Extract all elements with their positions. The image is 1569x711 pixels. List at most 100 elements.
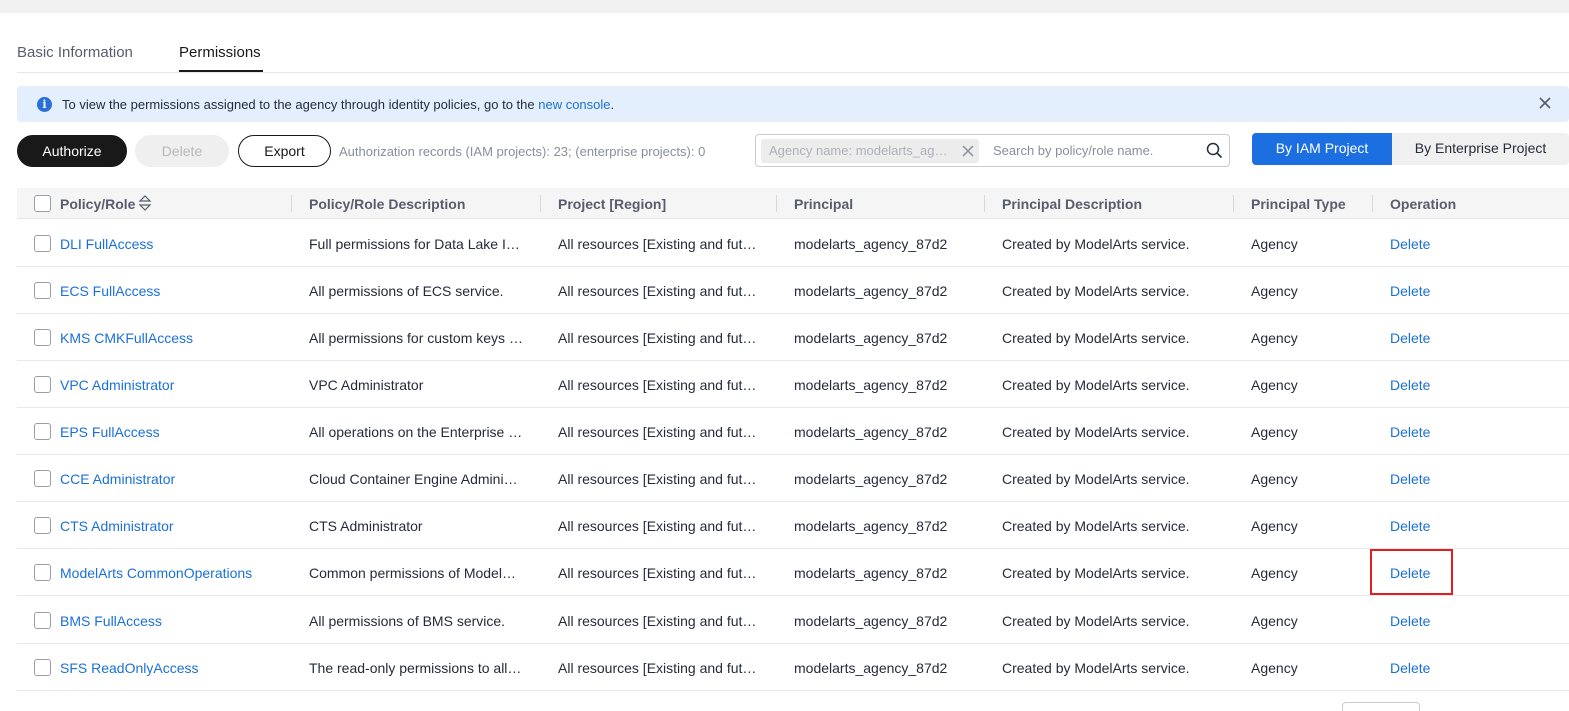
row-delete-link[interactable]: Delete <box>1390 283 1450 299</box>
principal-description: Created by ModelArts service. <box>1002 518 1190 534</box>
policy-name-link[interactable]: CTS Administrator <box>60 518 290 534</box>
table-row: ModelArts CommonOperations Common permis… <box>17 549 1569 596</box>
project-region: All resources [Existing and futur... <box>558 613 758 629</box>
project-region: All resources [Existing and futur... <box>558 236 758 252</box>
row-checkbox[interactable] <box>34 612 51 629</box>
column-divider <box>1372 195 1373 212</box>
principal: modelarts_agency_87d2 <box>794 565 948 581</box>
table-row: EPS FullAccess All operations on the Ent… <box>17 408 1569 455</box>
row-checkbox[interactable] <box>34 329 51 346</box>
new-console-link[interactable]: new console <box>538 97 610 112</box>
search-icon[interactable] <box>1206 142 1223 159</box>
policy-name-link[interactable]: ModelArts CommonOperations <box>60 565 290 581</box>
row-checkbox[interactable] <box>34 564 51 581</box>
row-delete-link[interactable]: Delete <box>1390 424 1450 440</box>
row-checkbox[interactable] <box>34 470 51 487</box>
project-region: All resources [Existing and futur... <box>558 565 758 581</box>
remove-filter-icon[interactable] <box>961 144 975 158</box>
principal: modelarts_agency_87d2 <box>794 471 948 487</box>
policy-description: Common permissions of ModelArt... <box>309 565 524 581</box>
principal: modelarts_agency_87d2 <box>794 283 948 299</box>
authorization-records-count: Authorization records (IAM projects): 23… <box>339 144 706 159</box>
page-size-select[interactable] <box>1342 702 1420 711</box>
policy-name-link[interactable]: CCE Administrator <box>60 471 290 487</box>
row-delete-link[interactable]: Delete <box>1390 565 1450 581</box>
policy-name-link[interactable]: SFS ReadOnlyAccess <box>60 660 290 676</box>
principal-description: Created by ModelArts service. <box>1002 565 1190 581</box>
table-row: DLI FullAccess Full permissions for Data… <box>17 220 1569 267</box>
row-delete-link[interactable]: Delete <box>1390 471 1450 487</box>
row-checkbox[interactable] <box>34 282 51 299</box>
column-header-policy-description: Policy/Role Description <box>309 196 466 212</box>
principal-type: Agency <box>1251 660 1298 676</box>
policy-description: Full permissions for Data Lake Ins... <box>309 236 524 252</box>
policy-name-link[interactable]: DLI FullAccess <box>60 236 290 252</box>
export-button[interactable]: Export <box>238 135 331 167</box>
column-divider <box>776 195 777 212</box>
policy-description: All permissions of BMS service. <box>309 613 506 629</box>
by-iam-project-toggle[interactable]: By IAM Project <box>1252 133 1392 165</box>
select-all-checkbox[interactable] <box>34 195 51 212</box>
principal-type: Agency <box>1251 518 1298 534</box>
notice-suffix: . <box>610 97 615 112</box>
notice-message: To view the permissions assigned to the … <box>62 97 539 112</box>
table-row: CTS Administrator CTS Administrator All … <box>17 502 1569 549</box>
policy-name-link[interactable]: BMS FullAccess <box>60 613 290 629</box>
by-enterprise-project-toggle[interactable]: By Enterprise Project <box>1392 133 1569 165</box>
table-header: Policy/Role Policy/Role Description Proj… <box>17 188 1569 219</box>
policy-description: All permissions for custom keys in... <box>309 330 524 346</box>
project-region: All resources [Existing and futur... <box>558 283 758 299</box>
table-row: VPC Administrator VPC Administrator All … <box>17 361 1569 408</box>
policy-name-link[interactable]: VPC Administrator <box>60 377 290 393</box>
principal-type: Agency <box>1251 471 1298 487</box>
filter-chip: Agency name: modelarts_agency_87d2 <box>761 139 979 163</box>
row-checkbox[interactable] <box>34 376 51 393</box>
table-row: KMS CMKFullAccess All permissions for cu… <box>17 314 1569 361</box>
project-region: All resources [Existing and futur... <box>558 518 758 534</box>
delete-button[interactable]: Delete <box>135 135 229 167</box>
tab-basic-information[interactable]: Basic Information <box>17 44 133 61</box>
row-delete-link[interactable]: Delete <box>1390 236 1450 252</box>
policy-description: The read-only permissions to all S... <box>309 660 524 676</box>
principal-description: Created by ModelArts service. <box>1002 613 1190 629</box>
sort-icon[interactable] <box>138 195 152 211</box>
principal-description: Created by ModelArts service. <box>1002 236 1190 252</box>
policy-name-link[interactable]: ECS FullAccess <box>60 283 290 299</box>
search-input[interactable]: Search by policy/role name. <box>993 143 1153 158</box>
authorize-button[interactable]: Authorize <box>17 135 127 167</box>
principal: modelarts_agency_87d2 <box>794 660 948 676</box>
principal: modelarts_agency_87d2 <box>794 377 948 393</box>
row-checkbox[interactable] <box>34 659 51 676</box>
column-divider <box>1233 195 1234 212</box>
column-header-project-region: Project [Region] <box>558 196 667 212</box>
project-region: All resources [Existing and futur... <box>558 471 758 487</box>
policy-name-link[interactable]: EPS FullAccess <box>60 424 290 440</box>
row-checkbox[interactable] <box>34 423 51 440</box>
project-region: All resources [Existing and futur... <box>558 424 758 440</box>
tab-permissions[interactable]: Permissions <box>179 44 261 61</box>
principal: modelarts_agency_87d2 <box>794 518 948 534</box>
top-band <box>0 0 1569 13</box>
info-icon: i <box>37 97 52 112</box>
row-checkbox[interactable] <box>34 517 51 534</box>
principal: modelarts_agency_87d2 <box>794 424 948 440</box>
row-delete-link[interactable]: Delete <box>1390 377 1450 393</box>
search-box[interactable]: Agency name: modelarts_agency_87d2 Searc… <box>755 134 1230 167</box>
principal-type: Agency <box>1251 236 1298 252</box>
row-delete-link[interactable]: Delete <box>1390 518 1450 534</box>
row-delete-link[interactable]: Delete <box>1390 660 1450 676</box>
info-notice-banner: i To view the permissions assigned to th… <box>17 86 1569 122</box>
row-checkbox[interactable] <box>34 235 51 252</box>
close-icon[interactable] <box>1536 94 1554 112</box>
principal-description: Created by ModelArts service. <box>1002 283 1190 299</box>
active-tab-indicator <box>179 70 263 72</box>
row-delete-link[interactable]: Delete <box>1390 613 1450 629</box>
policy-description: All operations on the Enterprise Pr... <box>309 424 524 440</box>
project-region: All resources [Existing and futur... <box>558 330 758 346</box>
table-row: BMS FullAccess All permissions of BMS se… <box>17 597 1569 644</box>
policy-name-link[interactable]: KMS CMKFullAccess <box>60 330 290 346</box>
principal: modelarts_agency_87d2 <box>794 613 948 629</box>
project-region: All resources [Existing and futur... <box>558 660 758 676</box>
principal-description: Created by ModelArts service. <box>1002 377 1190 393</box>
row-delete-link[interactable]: Delete <box>1390 330 1450 346</box>
